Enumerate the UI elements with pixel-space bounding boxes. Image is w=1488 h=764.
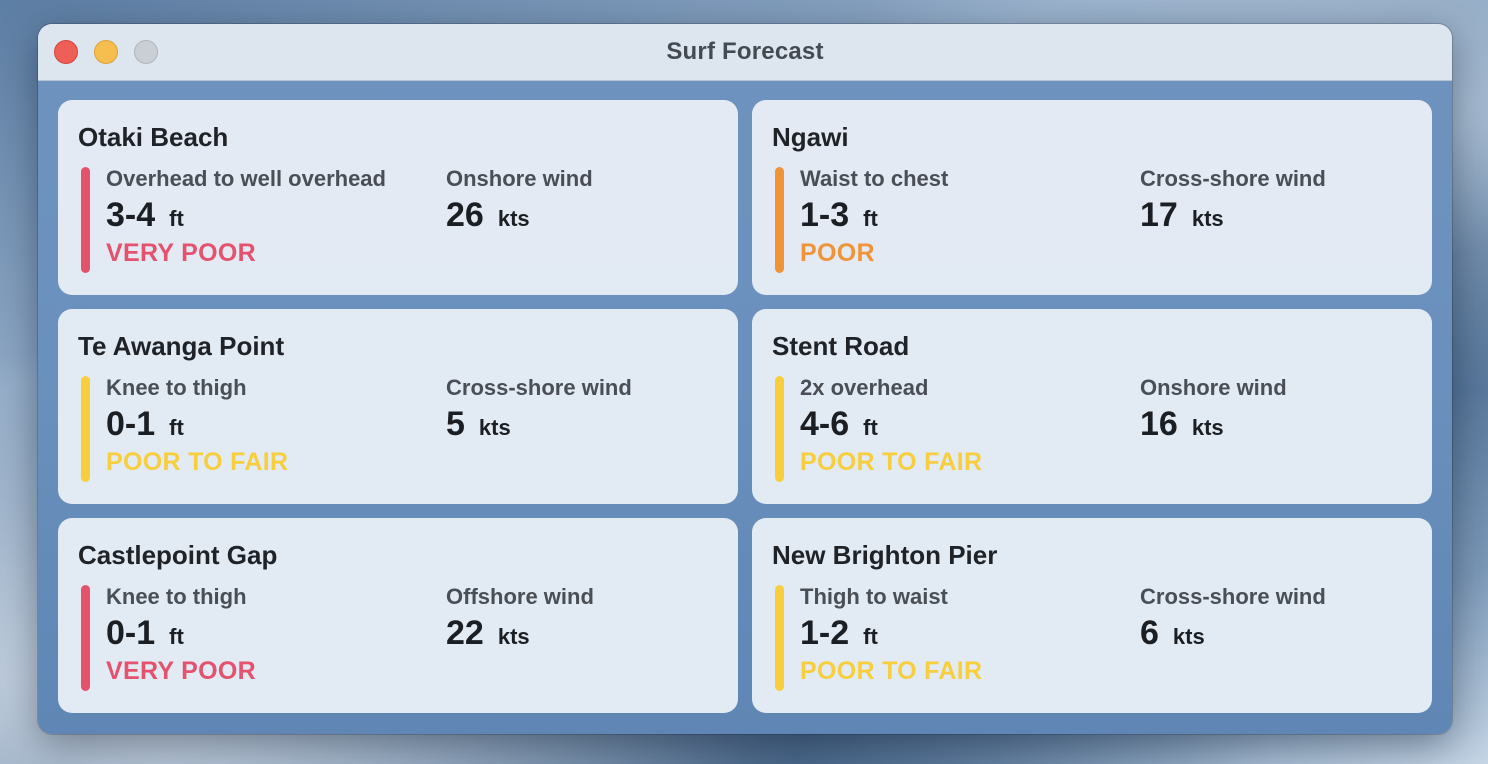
wind-speed-unit: kts bbox=[497, 624, 530, 649]
rating-bar bbox=[81, 376, 90, 482]
spot-conditions: 2x overhead 4-6 ft POOR TO FAIR Onshore w… bbox=[772, 374, 1412, 482]
wind-column: Offshore wind 22 kts bbox=[446, 583, 594, 655]
surf-column: Knee to thigh 0-1 ft POOR TO FAIR bbox=[106, 374, 288, 478]
surf-column: Waist to chest 1-3 ft POOR bbox=[800, 165, 948, 269]
spot-grid: Otaki Beach Overhead to well overhead 3-… bbox=[58, 100, 1432, 713]
surf-rating: VERY POOR bbox=[106, 239, 256, 267]
wind-speed: 6 kts bbox=[1140, 611, 1326, 655]
wind-description: Onshore wind bbox=[446, 166, 593, 191]
wind-speed: 16 kts bbox=[1140, 402, 1287, 446]
surf-column: Thigh to waist 1-2 ft POOR TO FAIR bbox=[800, 583, 982, 687]
spot-name: Ngawi bbox=[772, 122, 849, 152]
wind-column: Cross-shore wind 5 kts bbox=[446, 374, 632, 446]
surf-height: 1-3 ft bbox=[800, 193, 948, 237]
spot-card[interactable]: Te Awanga Point Knee to thigh 0-1 ft POOR… bbox=[58, 309, 738, 504]
surf-height: 3-4 ft bbox=[106, 193, 386, 237]
spot-card[interactable]: Castlepoint Gap Knee to thigh 0-1 ft VERY… bbox=[58, 518, 738, 713]
surf-height-value: 0-1 bbox=[106, 614, 156, 652]
surf-height-value: 1-3 bbox=[800, 196, 850, 234]
surf-column: 2x overhead 4-6 ft POOR TO FAIR bbox=[800, 374, 982, 478]
wind-speed-value: 6 bbox=[1140, 614, 1159, 652]
wind-description: Offshore wind bbox=[446, 584, 594, 609]
surf-height-value: 3-4 bbox=[106, 196, 156, 234]
wind-speed-value: 22 bbox=[446, 614, 484, 652]
surf-height: 0-1 ft bbox=[106, 611, 256, 655]
window-controls bbox=[54, 40, 158, 64]
close-window-button[interactable] bbox=[54, 40, 78, 64]
spot-name: Otaki Beach bbox=[78, 122, 229, 152]
spot-conditions: Overhead to well overhead 3-4 ft VERY POO… bbox=[78, 165, 718, 273]
rating-bar bbox=[775, 167, 784, 273]
surf-description: Waist to chest bbox=[800, 166, 949, 191]
surf-rating: VERY POOR bbox=[106, 657, 256, 685]
spot-card[interactable]: Ngawi Waist to chest 1-3 ft POOR Cross-sh… bbox=[752, 100, 1432, 295]
wind-description: Cross-shore wind bbox=[446, 375, 632, 400]
surf-description: Thigh to waist bbox=[800, 584, 948, 609]
wind-speed-unit: kts bbox=[478, 415, 511, 440]
wind-speed: 22 kts bbox=[446, 611, 594, 655]
wind-speed-unit: kts bbox=[1172, 624, 1205, 649]
surf-height-unit: ft bbox=[169, 624, 184, 649]
spot-name: New Brighton Pier bbox=[772, 540, 998, 570]
spot-name: Stent Road bbox=[772, 331, 910, 361]
wind-speed: 26 kts bbox=[446, 193, 593, 237]
wind-column: Onshore wind 26 kts bbox=[446, 165, 593, 237]
rating-bar bbox=[775, 376, 784, 482]
title-bar[interactable]: Surf Forecast bbox=[38, 24, 1452, 81]
wind-description: Onshore wind bbox=[1140, 375, 1287, 400]
surf-description: Knee to thigh bbox=[106, 375, 247, 400]
spot-conditions: Thigh to waist 1-2 ft POOR TO FAIR Cross-… bbox=[772, 583, 1412, 691]
wind-speed-unit: kts bbox=[497, 206, 530, 231]
minimize-window-button[interactable] bbox=[94, 40, 118, 64]
spot-card[interactable]: Otaki Beach Overhead to well overhead 3-… bbox=[58, 100, 738, 295]
window-title: Surf Forecast bbox=[666, 38, 824, 65]
surf-description: 2x overhead bbox=[800, 375, 929, 400]
surf-rating: POOR TO FAIR bbox=[800, 448, 983, 476]
surf-height-value: 1-2 bbox=[800, 614, 850, 652]
spot-name: Te Awanga Point bbox=[78, 331, 285, 361]
surf-height-unit: ft bbox=[169, 415, 184, 440]
surf-height-unit: ft bbox=[169, 206, 184, 231]
surf-height: 0-1 ft bbox=[106, 402, 288, 446]
wind-speed-value: 26 bbox=[446, 196, 484, 234]
surf-rating: POOR TO FAIR bbox=[800, 657, 983, 685]
wind-speed-value: 16 bbox=[1140, 405, 1178, 443]
surf-description: Overhead to well overhead bbox=[106, 166, 386, 191]
surf-height-value: 0-1 bbox=[106, 405, 156, 443]
spot-card[interactable]: New Brighton Pier Thigh to waist 1-2 ft P… bbox=[752, 518, 1432, 713]
spot-conditions: Knee to thigh 0-1 ft VERY POOR Offshore w… bbox=[78, 583, 718, 691]
wind-speed-unit: kts bbox=[1191, 206, 1224, 231]
rating-bar bbox=[81, 167, 90, 273]
surf-column: Overhead to well overhead 3-4 ft VERY POO… bbox=[106, 165, 386, 269]
spot-card[interactable]: Stent Road 2x overhead 4-6 ft POOR TO FAI… bbox=[752, 309, 1432, 504]
surf-column: Knee to thigh 0-1 ft VERY POOR bbox=[106, 583, 256, 687]
surf-height-unit: ft bbox=[863, 415, 878, 440]
surf-rating: POOR TO FAIR bbox=[106, 448, 289, 476]
surf-forecast-window: Surf Forecast Otaki Beach Overhead to we… bbox=[38, 24, 1452, 734]
surf-height-unit: ft bbox=[863, 624, 878, 649]
surf-rating: POOR bbox=[800, 239, 875, 267]
rating-bar bbox=[81, 585, 90, 691]
wind-speed-unit: kts bbox=[1191, 415, 1224, 440]
wind-description: Cross-shore wind bbox=[1140, 584, 1326, 609]
surf-height-value: 4-6 bbox=[800, 405, 850, 443]
wind-column: Onshore wind 16 kts bbox=[1140, 374, 1287, 446]
wind-speed-value: 5 bbox=[446, 405, 465, 443]
wind-speed-value: 17 bbox=[1140, 196, 1178, 234]
surf-description: Knee to thigh bbox=[106, 584, 247, 609]
zoom-window-button[interactable] bbox=[134, 40, 158, 64]
spot-name: Castlepoint Gap bbox=[78, 540, 278, 570]
rating-bar bbox=[775, 585, 784, 691]
surf-height-unit: ft bbox=[863, 206, 878, 231]
wind-column: Cross-shore wind 17 kts bbox=[1140, 165, 1326, 237]
surf-height: 1-2 ft bbox=[800, 611, 982, 655]
wind-speed: 17 kts bbox=[1140, 193, 1326, 237]
spot-conditions: Knee to thigh 0-1 ft POOR TO FAIR Cross-s… bbox=[78, 374, 718, 482]
wind-speed: 5 kts bbox=[446, 402, 632, 446]
surf-height: 4-6 ft bbox=[800, 402, 982, 446]
wind-description: Cross-shore wind bbox=[1140, 166, 1326, 191]
wind-column: Cross-shore wind 6 kts bbox=[1140, 583, 1326, 655]
spot-conditions: Waist to chest 1-3 ft POOR Cross-shore wi… bbox=[772, 165, 1412, 273]
